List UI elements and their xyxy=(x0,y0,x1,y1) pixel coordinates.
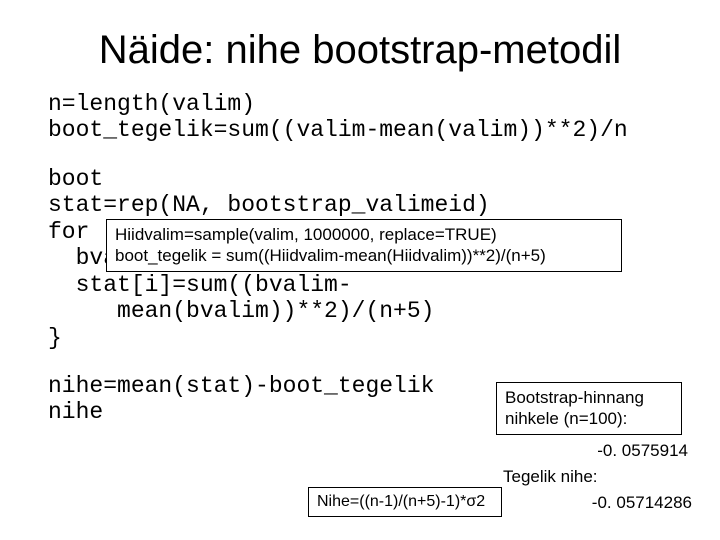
bootstrap-estimate-line: Bootstrap-hinnang xyxy=(505,387,673,408)
code-line: boot_tegelik=sum((valim-mean(valim))**2)… xyxy=(48,117,628,143)
estimated-bias-value: -0. 0575914 xyxy=(503,440,698,462)
code-line: stat=rep(NA, bootstrap_valimeid) xyxy=(48,192,490,218)
nihe-formula-box: Nihe=((n-1)/(n+5)-1)*σ2 xyxy=(308,487,502,517)
code-line: nihe=mean(stat)-boot_tegelik xyxy=(48,373,434,399)
results-column: -0. 0575914 Tegelik nihe: -0. 05714286 xyxy=(503,440,698,514)
actual-bias-value: -0. 05714286 xyxy=(503,492,698,514)
code-line: n=length(valim) xyxy=(48,91,255,117)
hiidvalim-line: boot_tegelik = sum((Hiidvalim-mean(Hiidv… xyxy=(115,245,613,266)
code-line: boot xyxy=(48,166,103,192)
slide-title: Näide: nihe bootstrap-metodil xyxy=(0,0,720,83)
bootstrap-estimate-box: Bootstrap-hinnang nihkele (n=100): xyxy=(496,382,682,435)
code-line: mean(bvalim))**2)/(n+5) xyxy=(48,298,434,324)
code-line: nihe xyxy=(48,399,103,425)
code-block-1: n=length(valim) boot_tegelik=sum((valim-… xyxy=(48,91,720,144)
actual-bias-label: Tegelik nihe: xyxy=(503,466,698,488)
code-line: } xyxy=(48,325,62,351)
bootstrap-estimate-line: nihkele (n=100): xyxy=(505,408,673,429)
hiidvalim-line: Hiidvalim=sample(valim, 1000000, replace… xyxy=(115,224,613,245)
hiidvalim-box: Hiidvalim=sample(valim, 1000000, replace… xyxy=(106,219,622,272)
code-line: stat[i]=sum((bvalim- xyxy=(48,272,352,298)
